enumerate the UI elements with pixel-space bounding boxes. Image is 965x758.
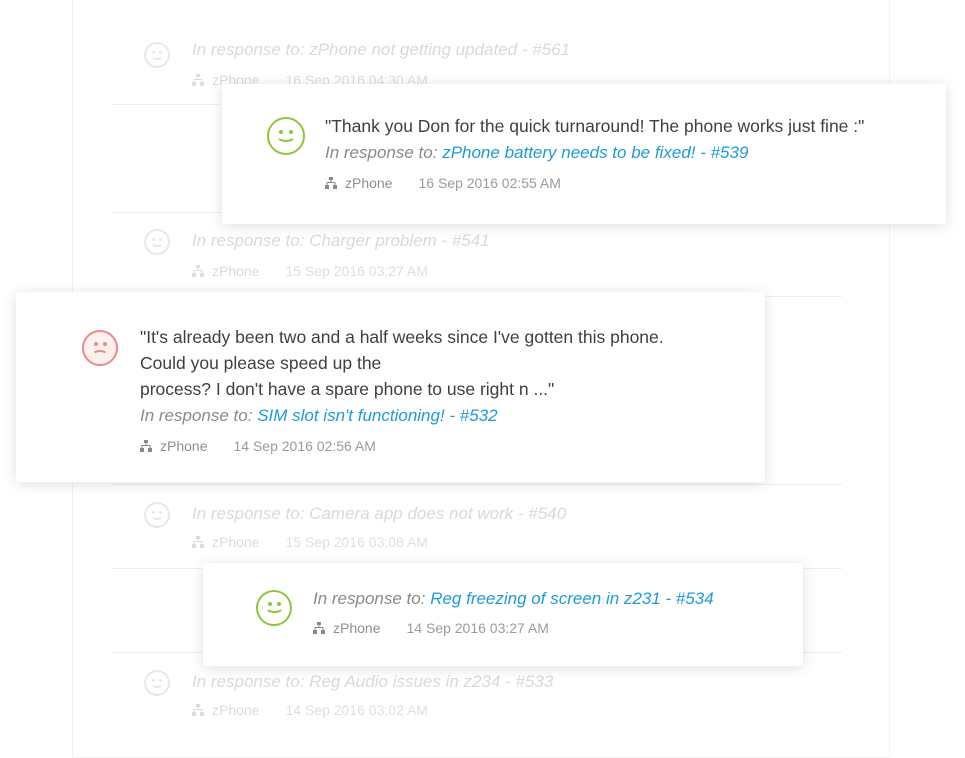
response-line: In response to: zPhone not getting updat… — [192, 40, 571, 59]
department-name: zPhone — [212, 702, 260, 718]
response-line: In response to: Reg freezing of screen i… — [313, 589, 714, 608]
department-icon — [192, 536, 204, 548]
ticket-subject[interactable]: Charger problem - #541 — [309, 231, 489, 250]
ticket-date: 14 Sep 2016 02:56 AM — [233, 438, 376, 454]
smiley-neutral-icon — [144, 42, 170, 68]
smiley-neutral-icon — [144, 502, 170, 528]
department-name: zPhone — [333, 620, 381, 636]
ticket-meta: zPhone 14 Sep 2016 03:27 AM — [313, 620, 549, 636]
ticket-meta: zPhone 15 Sep 2016 03:08 AM — [192, 534, 428, 550]
department-icon — [313, 622, 325, 634]
response-line: In response to: Reg Audio issues in z234… — [192, 672, 554, 691]
ticket-date: 15 Sep 2016 03:08 AM — [285, 534, 428, 550]
response-line: In response to: zPhone battery needs to … — [325, 143, 749, 162]
ticket-meta: zPhone 16 Sep 2016 02:55 AM — [325, 175, 561, 191]
ticket-subject[interactable]: Reg Audio issues in z234 - #533 — [309, 672, 553, 691]
smiley-happy-icon — [256, 590, 292, 626]
ticket-link[interactable]: SIM slot isn't functioning! - #532 — [257, 406, 497, 425]
ticket-date: 14 Sep 2016 03:02 AM — [285, 702, 428, 718]
smiley-neutral-icon — [144, 229, 170, 255]
department-icon — [192, 265, 204, 277]
ticket-subject[interactable]: Camera app does not work - #540 — [309, 504, 566, 523]
feedback-card-happy[interactable]: "Thank you Don for the quick turnaround!… — [222, 84, 946, 224]
department-name: zPhone — [212, 263, 260, 279]
smiley-happy-icon — [267, 117, 305, 155]
ticket-meta: zPhone 15 Sep 2016 03:27 AM — [192, 263, 428, 279]
ticket-meta: zPhone 14 Sep 2016 02:56 AM — [140, 438, 376, 454]
smiley-neutral-icon — [144, 670, 170, 696]
ticket-date: 14 Sep 2016 03:27 AM — [406, 620, 549, 636]
feedback-card-happy[interactable]: In response to: Reg freezing of screen i… — [203, 563, 803, 666]
department-name: zPhone — [345, 175, 393, 191]
response-line: In response to: Charger problem - #541 — [192, 231, 490, 250]
feedback-row-background[interactable]: In response to: Camera app does not work… — [140, 502, 840, 562]
ticket-date: 16 Sep 2016 02:55 AM — [418, 175, 561, 191]
department-name: zPhone — [160, 438, 208, 454]
ticket-meta: zPhone 14 Sep 2016 03:02 AM — [192, 702, 428, 718]
department-icon — [325, 177, 337, 189]
feedback-row-background[interactable]: In response to: Charger problem - #541 z… — [140, 229, 840, 289]
row-divider — [112, 484, 842, 485]
ticket-link[interactable]: Reg freezing of screen in z231 - #534 — [430, 589, 714, 608]
feedback-quote: "Thank you Don for the quick turnaround!… — [325, 116, 865, 136]
response-line: In response to: SIM slot isn't functioni… — [140, 406, 498, 425]
smiley-sad-icon — [82, 330, 118, 366]
feedback-quote: "It's already been two and a half weeks … — [140, 327, 664, 399]
response-line: In response to: Camera app does not work… — [192, 504, 567, 523]
department-icon — [192, 704, 204, 716]
feedback-row-background[interactable]: In response to: Reg Audio issues in z234… — [140, 670, 840, 730]
department-name: zPhone — [212, 534, 260, 550]
ticket-link[interactable]: zPhone battery needs to be fixed! - #539 — [442, 143, 748, 162]
department-icon — [192, 74, 204, 86]
ticket-date: 15 Sep 2016 03:27 AM — [285, 263, 428, 279]
department-icon — [140, 440, 152, 452]
ticket-subject[interactable]: zPhone not getting updated - #561 — [309, 40, 570, 59]
feedback-card-sad[interactable]: "It's already been two and a half weeks … — [16, 292, 765, 482]
